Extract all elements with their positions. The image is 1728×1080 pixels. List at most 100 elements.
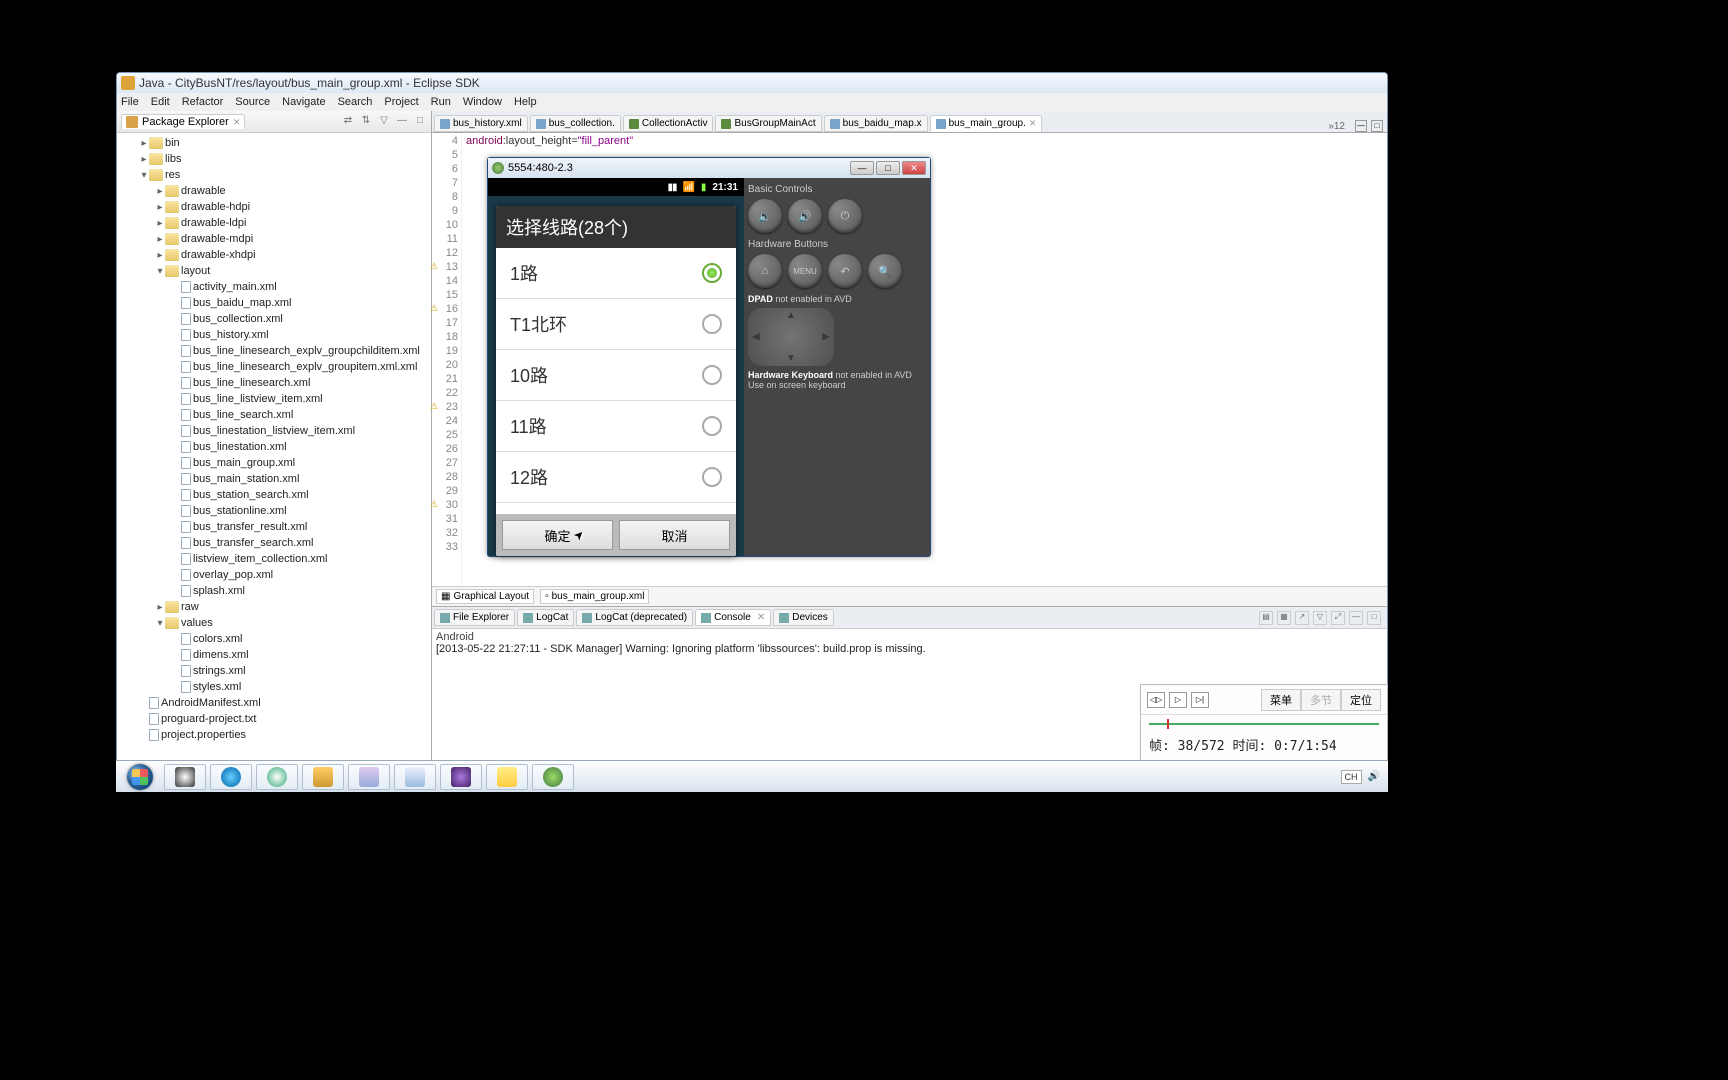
tree-item[interactable]: dimens.xml [117, 647, 431, 663]
tab-overflow[interactable]: »12 [1322, 121, 1351, 132]
route-option[interactable]: 10路 [496, 350, 736, 401]
play-button[interactable]: ▷ [1169, 692, 1187, 708]
tree-item[interactable]: colors.xml [117, 631, 431, 647]
minimize-button[interactable]: ― [850, 161, 874, 175]
minimize-icon[interactable]: ― [1355, 120, 1367, 132]
package-tree[interactable]: ▸bin▸libs▾res▸drawable▸drawable-hdpi▸dra… [117, 133, 431, 762]
tree-item[interactable]: strings.xml [117, 663, 431, 679]
menu-file[interactable]: File [121, 96, 139, 108]
menu-edit[interactable]: Edit [151, 96, 170, 108]
console-tab[interactable]: LogCat (deprecated) [576, 609, 693, 626]
tree-item[interactable]: project.properties [117, 727, 431, 743]
taskbar-app-5[interactable] [348, 764, 390, 790]
ime-indicator[interactable]: CH [1341, 770, 1362, 784]
view-menu-icon[interactable]: ▽ [377, 115, 391, 129]
tree-item[interactable]: ▸drawable-mdpi [117, 231, 431, 247]
locate-tab[interactable]: 定位 [1341, 689, 1381, 711]
taskbar-app-eclipse[interactable] [440, 764, 482, 790]
tree-item[interactable]: bus_stationline.xml [117, 503, 431, 519]
menu-tab[interactable]: 菜单 [1261, 689, 1301, 711]
power-button[interactable]: ⏻ [828, 199, 862, 233]
emulator-titlebar[interactable]: 5554:480-2.3 ― □ ✕ [488, 158, 930, 178]
tree-item[interactable]: ▾values [117, 615, 431, 631]
package-explorer-tab[interactable]: Package Explorer ✕ [121, 114, 245, 129]
menu-refactor[interactable]: Refactor [182, 96, 224, 108]
tree-item[interactable]: styles.xml [117, 679, 431, 695]
prev-frame-button[interactable]: ◁▷ [1147, 692, 1165, 708]
console-tab[interactable]: Console✕ [695, 609, 771, 626]
tree-item[interactable]: bus_history.xml [117, 327, 431, 343]
taskbar-app-avd[interactable] [532, 764, 574, 790]
taskbar-app-kugou[interactable] [210, 764, 252, 790]
menu-project[interactable]: Project [384, 96, 418, 108]
windows-taskbar[interactable]: CH 🔊 [116, 760, 1388, 792]
maximize-button[interactable]: □ [876, 161, 900, 175]
tree-item[interactable]: bus_line_linesearch_explv_groupitem.xml.… [117, 359, 431, 375]
tree-item[interactable]: listview_item_collection.xml [117, 551, 431, 567]
search-button[interactable]: 🔍 [868, 254, 902, 288]
cancel-button[interactable]: 取消 [619, 520, 730, 550]
eclipse-titlebar[interactable]: Java - CityBusNT/res/layout/bus_main_gro… [117, 73, 1387, 93]
tree-item[interactable]: bus_main_station.xml [117, 471, 431, 487]
xml-source-tab[interactable]: ▫bus_main_group.xml [540, 589, 649, 604]
taskbar-app-sticky[interactable] [486, 764, 528, 790]
radio-button[interactable] [702, 314, 722, 334]
tree-item[interactable]: bus_linestation_listview_item.xml [117, 423, 431, 439]
console-tool-icon[interactable]: ▤ [1259, 611, 1273, 625]
maximize-icon[interactable]: □ [413, 115, 427, 129]
menu-run[interactable]: Run [431, 96, 451, 108]
collapse-all-icon[interactable]: ⇄ [341, 115, 355, 129]
radio-button[interactable] [702, 416, 722, 436]
menu-navigate[interactable]: Navigate [282, 96, 325, 108]
start-button[interactable] [120, 763, 160, 791]
menu-source[interactable]: Source [235, 96, 270, 108]
tree-item[interactable]: ▸drawable [117, 183, 431, 199]
editor-tab[interactable]: BusGroupMainAct [715, 115, 821, 132]
editor-tab[interactable]: bus_main_group.✕ [930, 115, 1043, 132]
console-tab[interactable]: LogCat [517, 609, 574, 626]
tree-item[interactable]: bus_transfer_result.xml [117, 519, 431, 535]
volume-down-button[interactable]: 🔈 [748, 199, 782, 233]
tree-item[interactable]: ▸drawable-hdpi [117, 199, 431, 215]
android-emulator-window[interactable]: 5554:480-2.3 ― □ ✕ ▮▮ 📶 ▮ 21:31 选择线路(28个… [487, 157, 931, 557]
tree-item[interactable]: bus_station_search.xml [117, 487, 431, 503]
radio-button[interactable] [702, 263, 722, 283]
video-player-panel[interactable]: ◁▷ ▷ ▷| 菜单 多节 定位 帧: 38/572 时间: 0:7/1:54 [1140, 684, 1388, 762]
tree-item[interactable]: bus_line_search.xml [117, 407, 431, 423]
editor-tab[interactable]: bus_collection. [530, 115, 621, 132]
back-button[interactable]: ↶ [828, 254, 862, 288]
maximize-icon[interactable]: □ [1371, 120, 1383, 132]
taskbar-app-notepad[interactable] [394, 764, 436, 790]
radio-button[interactable] [702, 467, 722, 487]
close-icon[interactable]: ✕ [233, 117, 241, 128]
tree-item[interactable]: ▾layout [117, 263, 431, 279]
route-option[interactable]: 11路 [496, 401, 736, 452]
editor-tab[interactable]: bus_baidu_map.x [824, 115, 928, 132]
editor-tab[interactable]: CollectionActiv [623, 115, 714, 132]
console-tool-icon[interactable]: ▽ [1313, 611, 1327, 625]
console-tool-icon[interactable]: ▦ [1277, 611, 1291, 625]
device-screen[interactable]: ▮▮ 📶 ▮ 21:31 选择线路(28个) 1路T1北环10路11路12路 确… [488, 178, 744, 556]
tree-item[interactable]: bus_line_linesearch.xml [117, 375, 431, 391]
console-tool-icon[interactable]: □ [1367, 611, 1381, 625]
tree-item[interactable]: ▸drawable-ldpi [117, 215, 431, 231]
console-tool-icon[interactable]: ↗ [1295, 611, 1309, 625]
route-option[interactable]: 12路 [496, 452, 736, 503]
tree-item[interactable]: bus_linestation.xml [117, 439, 431, 455]
menu-help[interactable]: Help [514, 96, 537, 108]
seek-bar[interactable] [1149, 717, 1379, 731]
tree-item[interactable]: bus_line_linesearch_explv_groupchilditem… [117, 343, 431, 359]
taskbar-app-sogou[interactable] [256, 764, 298, 790]
tree-item[interactable]: ▸bin [117, 135, 431, 151]
tray-speaker-icon[interactable]: 🔊 [1368, 771, 1380, 782]
tree-item[interactable]: splash.xml [117, 583, 431, 599]
menu-window[interactable]: Window [463, 96, 502, 108]
editor-tab[interactable]: bus_history.xml [434, 115, 528, 132]
console-tab[interactable]: File Explorer [434, 609, 515, 626]
tree-item[interactable]: AndroidManifest.xml [117, 695, 431, 711]
tree-item[interactable]: ▸drawable-xhdpi [117, 247, 431, 263]
tree-item[interactable]: bus_main_group.xml [117, 455, 431, 471]
tree-item[interactable]: activity_main.xml [117, 279, 431, 295]
tree-item[interactable]: bus_line_listview_item.xml [117, 391, 431, 407]
route-list[interactable]: 1路T1北环10路11路12路 [496, 248, 736, 514]
